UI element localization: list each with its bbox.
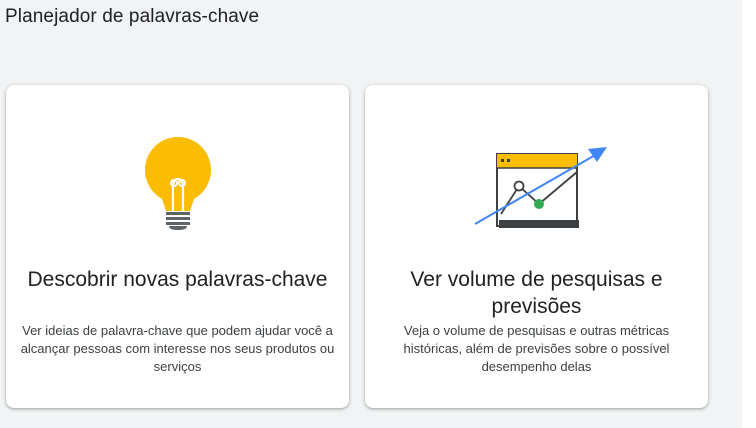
trend-chart-icon — [474, 147, 607, 228]
page-title: Planejador de palavras-chave — [5, 6, 260, 27]
page-edge — [742, 0, 756, 428]
lightbulb-icon — [145, 137, 211, 230]
card-title: Descobrir novas palavras-chave — [27, 268, 328, 291]
card-description: Ver ideias de palavra-chave que podem aj… — [20, 323, 335, 374]
card-illustration — [365, 85, 708, 265]
discover-keywords-card[interactable]: Descobrir novas palavras-chave Ver ideia… — [6, 85, 349, 408]
card-title: Ver volume de pesquisas e previsões — [410, 268, 663, 318]
card-illustration — [6, 85, 349, 265]
search-volume-forecast-card[interactable]: Ver volume de pesquisas e previsões Veja… — [365, 85, 708, 408]
card-description: Veja o volume de pesquisas e outras métr… — [403, 323, 670, 374]
